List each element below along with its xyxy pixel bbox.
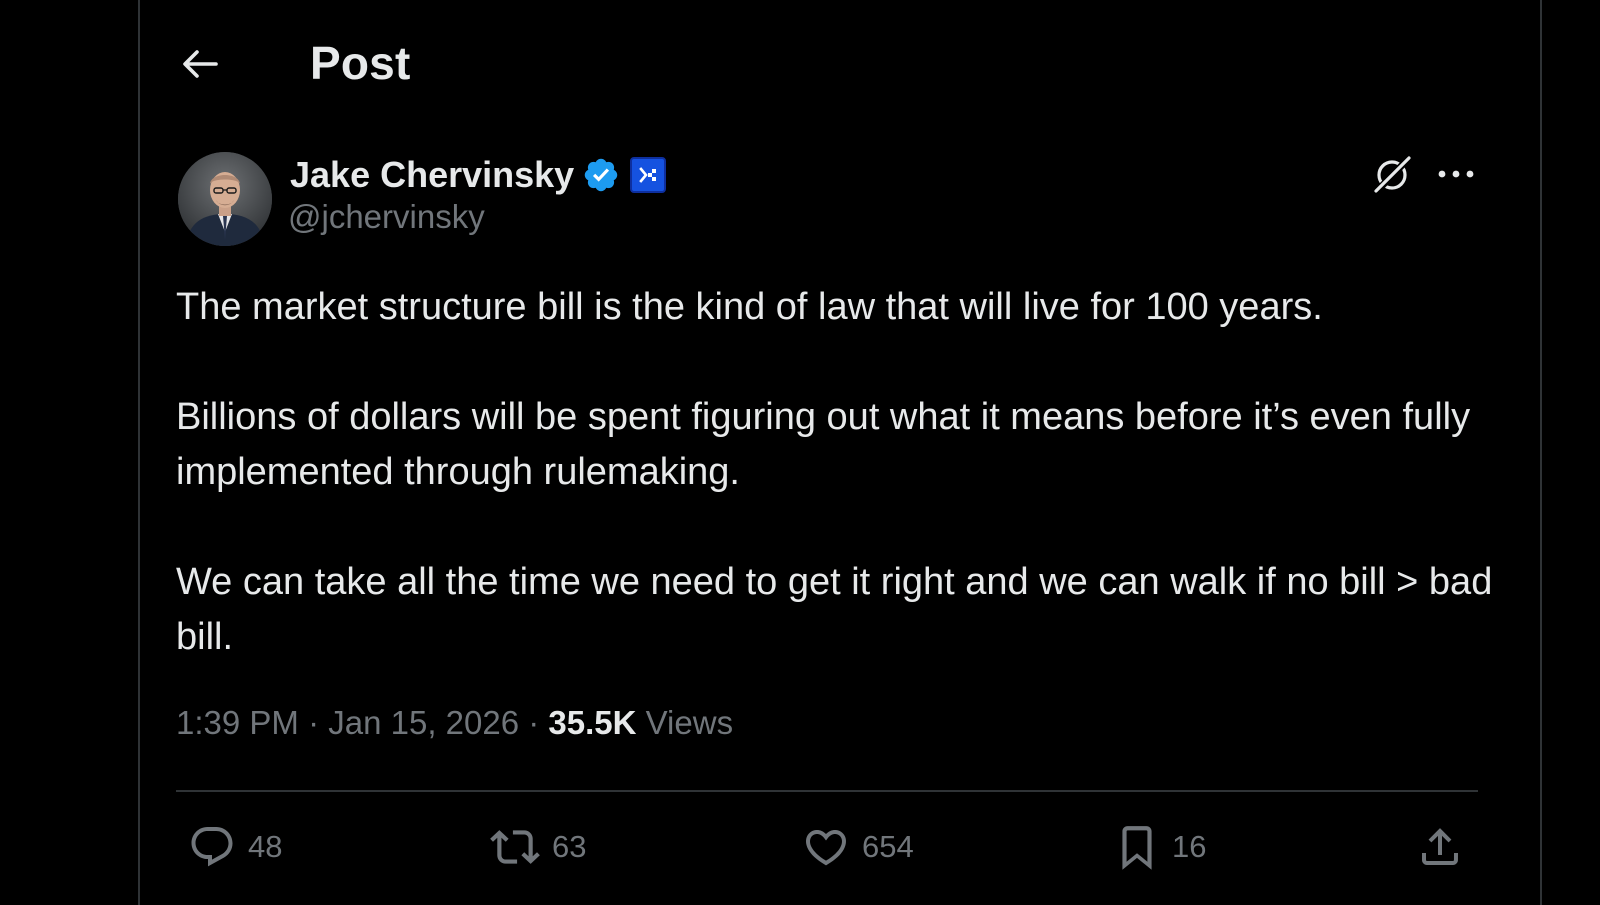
- post-time[interactable]: 1:39 PM: [176, 704, 299, 741]
- views-label: Views: [636, 704, 734, 741]
- divider: [176, 790, 1478, 792]
- repost-count: 63: [552, 829, 587, 864]
- post-body: The market structure bill is the kind of…: [176, 280, 1506, 665]
- avatar-photo: [178, 152, 272, 246]
- meta-separator: ·: [298, 704, 329, 741]
- like-button[interactable]: 654: [802, 812, 914, 882]
- action-bar: 48 63 654 16: [176, 812, 1478, 882]
- bookmark-count: 16: [1172, 829, 1207, 864]
- like-count: 654: [862, 829, 914, 864]
- post-meta: 1:39 PM · Jan 15, 2026 · 35.5K Views: [176, 704, 733, 742]
- post-paragraph: The market structure bill is the kind of…: [176, 286, 1323, 328]
- arrow-left-icon: [183, 50, 218, 78]
- share-button[interactable]: [1416, 812, 1464, 882]
- repost-button[interactable]: 63: [490, 812, 586, 882]
- bookmark-button[interactable]: 16: [1114, 812, 1206, 882]
- affiliate-badge-icon[interactable]: [630, 157, 667, 193]
- meta-separator: ·: [519, 704, 549, 741]
- share-icon: [1422, 828, 1458, 865]
- verified-check-icon[interactable]: [582, 156, 620, 194]
- post-paragraph: Billions of dollars will be spent figuri…: [176, 396, 1471, 493]
- back-button[interactable]: [176, 40, 224, 88]
- page-title: Post: [310, 37, 411, 89]
- repost-icon: [490, 830, 540, 864]
- post-date[interactable]: Jan 15, 2026: [328, 704, 519, 741]
- reply-count: 48: [248, 829, 283, 864]
- heart-icon: [805, 830, 847, 866]
- post-header: Post: [140, 0, 1540, 128]
- post-column: Post Jake Chervinsky @jchervinsky The ma…: [138, 0, 1542, 905]
- grok-icon[interactable]: [1368, 150, 1416, 198]
- more-horizontal-icon: [1438, 170, 1474, 178]
- post-paragraph: We can take all the time we need to get …: [176, 561, 1493, 658]
- reply-button[interactable]: 48: [188, 812, 282, 882]
- author-handle[interactable]: @jchervinsky: [288, 198, 485, 236]
- views-count: 35.5K: [548, 704, 637, 741]
- author-display-name[interactable]: Jake Chervinsky: [290, 154, 574, 196]
- author-name-row: Jake Chervinsky: [290, 153, 667, 197]
- more-options-button[interactable]: [1430, 150, 1482, 198]
- avatar[interactable]: [178, 152, 272, 246]
- bookmark-icon: [1122, 826, 1152, 870]
- reply-icon: [191, 827, 233, 867]
